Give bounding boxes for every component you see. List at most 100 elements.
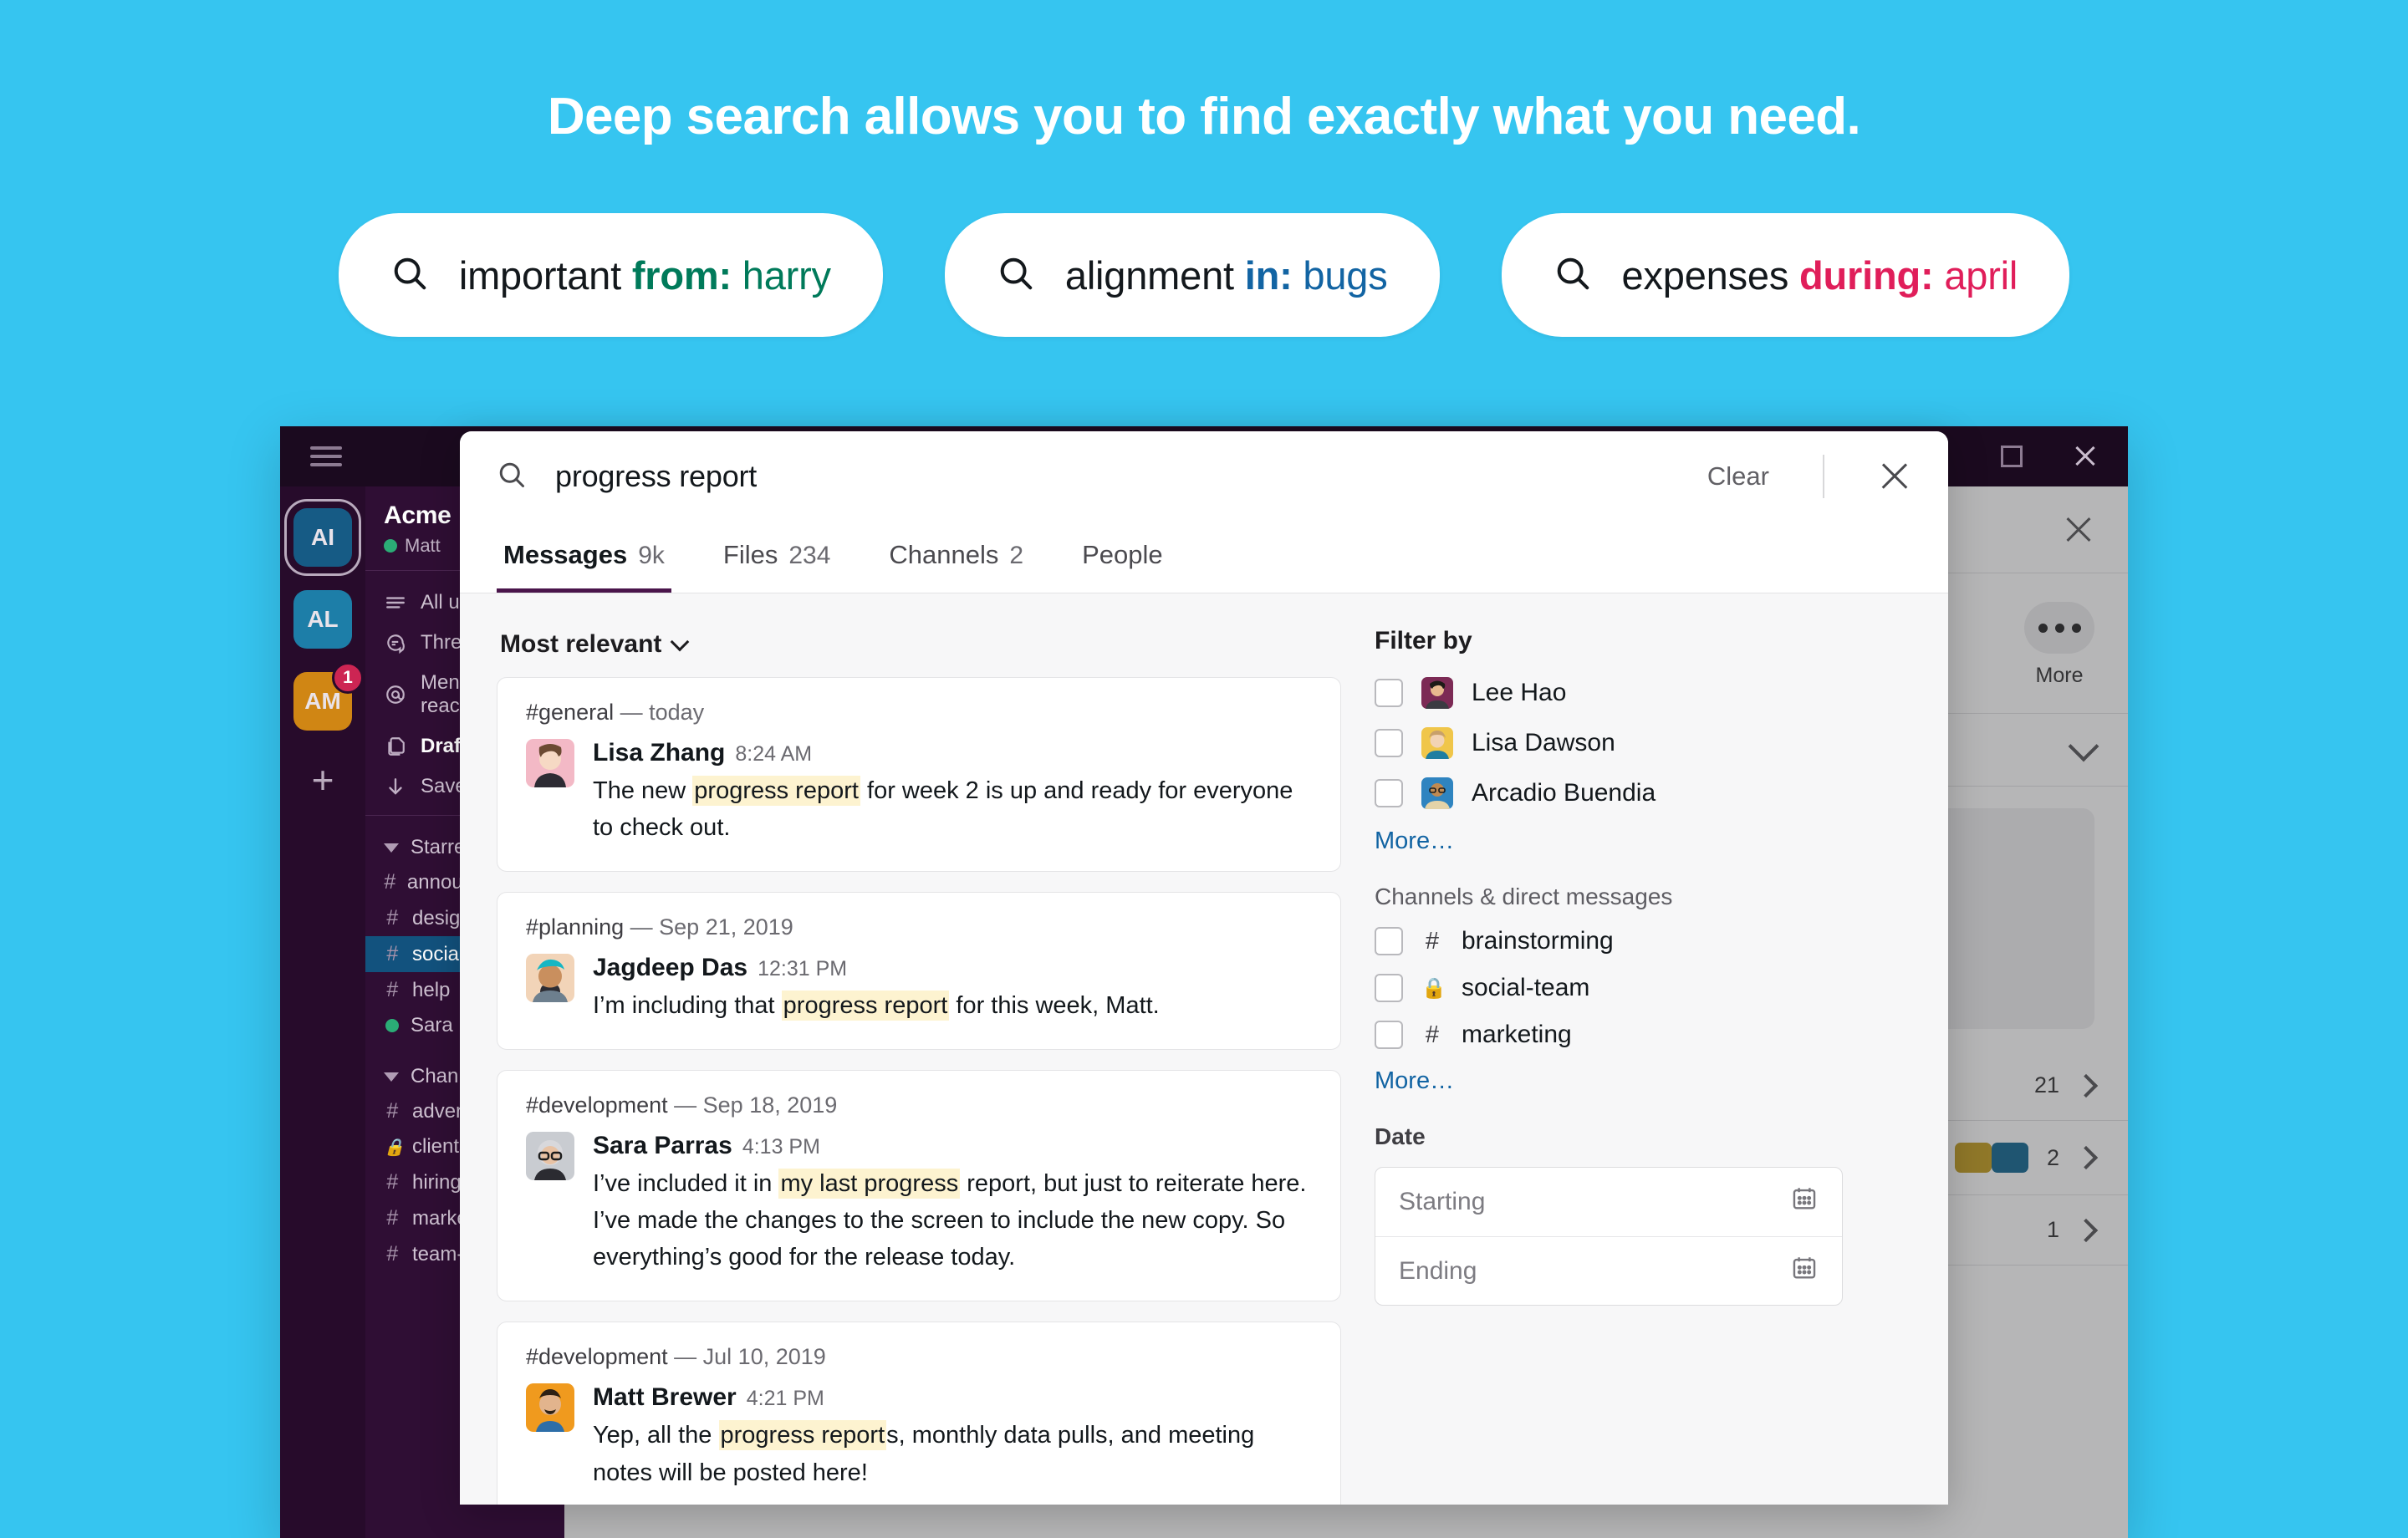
tab-label: People [1082,540,1163,569]
search-result-item[interactable]: #general — today Lisa Zhang 8:24 AM The n… [497,677,1341,873]
filter-checkbox[interactable] [1375,974,1403,1002]
result-time: 12:31 PM [758,957,848,981]
filter-channel-row[interactable]: # brainstorming [1375,927,1843,955]
tab-label: Files [722,540,778,569]
hamburger-icon[interactable] [310,441,342,471]
divider [1823,455,1824,498]
more-label: More [2035,664,2084,687]
result-highlight: progress report [781,991,950,1021]
search-result-item[interactable]: #planning — Sep 21, 2019 Jagdeep Das 12:3… [497,892,1341,1051]
result-author: Lisa Zhang 8:24 AM [593,739,813,766]
close-icon[interactable] [2073,444,2098,469]
avatar [1421,777,1453,809]
filter-people-more-link[interactable]: More… [1375,828,1843,855]
result-channel: #development [526,1344,668,1370]
result-time: 4:21 PM [746,1387,824,1411]
result-text: I’m including that progress report for t… [593,991,1160,1021]
add-workspace-button[interactable]: + [312,761,334,799]
filter-person-label: Lee Hao [1472,679,1567,706]
tab-count: 9k [638,542,665,569]
date-start-field[interactable]: Starting [1375,1168,1842,1236]
chevron-down-icon [384,1072,399,1082]
filter-checkbox[interactable] [1375,779,1403,807]
tab-files[interactable]: Files 234 [717,522,838,593]
result-author: Matt Brewer 4:21 PM [593,1383,824,1412]
filter-checkbox[interactable] [1375,927,1403,955]
unreads-icon [384,591,407,614]
filter-checkbox[interactable] [1375,1021,1403,1049]
sidebar-channel-label: hiring [412,1170,462,1194]
presence-dot-icon [384,539,397,553]
search-result-item[interactable]: #development — Sep 18, 2019 Sara Parras 4… [497,1070,1341,1302]
result-text: I’ve included it in my last progress rep… [593,1169,1307,1271]
filter-checkbox[interactable] [1375,729,1403,757]
avatar [1421,727,1453,759]
maximize-icon[interactable] [2001,446,2023,467]
search-icon [497,460,527,494]
hash-icon: # [1425,927,1440,955]
search-pill-during[interactable]: expenses during: april [1501,213,2070,337]
filter-channel-row[interactable]: 🔒 social-team [1375,974,1843,1002]
filter-panel: Filter by Lee Hao Lisa Dawson Arcadio Bu… [1375,622,1843,1505]
search-bar: progress report Clear [460,431,1948,522]
sort-label: Most relevant [500,630,662,658]
filter-channels-more-link[interactable]: More… [1375,1067,1843,1095]
search-result-item[interactable]: #development — Jul 10, 2019 Matt Brewer 4… [497,1322,1341,1505]
result-date: Jul 10, 2019 [702,1344,826,1370]
tab-label: Channels [889,540,999,569]
result-date: Sep 18, 2019 [702,1092,838,1118]
hash-icon: # [386,1099,398,1123]
details-row-count: 21 [2033,1072,2059,1097]
workspace-switcher-am[interactable]: AM 1 [293,662,364,731]
filter-person-label: Lisa Dawson [1472,729,1615,756]
details-row-count: 2 [2046,1144,2059,1170]
search-modal: progress report Clear Messages 9k Files … [460,431,1948,1505]
page-title: Deep search allows you to find exactly w… [547,88,1861,145]
filter-person-row[interactable]: Lee Hao [1375,677,1843,709]
workspace-switcher-ai[interactable]: AI [284,499,361,576]
more-button[interactable]: More [2024,602,2094,688]
tab-count: 234 [788,542,831,569]
result-author: Sara Parras 4:13 PM [593,1132,820,1160]
result-meta: #planning — Sep 21, 2019 [526,914,793,940]
filter-channel-label: brainstorming [1462,927,1614,955]
pill-value: april [1944,252,2018,298]
filter-channel-label: social-team [1462,974,1590,1001]
pill-operator: during: [1799,252,1934,298]
tab-channels[interactable]: Channels 2 [882,522,1030,593]
result-channel: #general [526,700,615,725]
tab-messages[interactable]: Messages 9k [497,522,671,593]
search-pill-from[interactable]: important from: harry [338,213,883,337]
hash-icon: # [386,1170,398,1194]
date-range-group: Starting Ending [1375,1167,1843,1306]
pill-value: harry [742,252,831,298]
avatar [526,1132,574,1181]
result-highlight: progress report [718,1420,887,1451]
chevron-right-icon [2074,1073,2099,1097]
date-end-field[interactable]: Ending [1375,1236,1842,1305]
filter-channel-row[interactable]: # marketing [1375,1021,1843,1049]
pill-term: important [458,252,621,298]
result-meta: #development — Jul 10, 2019 [526,1344,826,1370]
close-icon[interactable] [1878,460,1911,493]
tab-people[interactable]: People [1075,522,1170,593]
close-icon[interactable] [2063,514,2094,546]
filter-person-row[interactable]: Arcadio Buendia [1375,777,1843,809]
search-input[interactable]: progress report [555,459,1679,494]
avatar [526,954,574,1003]
avatar [526,739,574,787]
clear-button[interactable]: Clear [1707,461,1769,491]
sidebar-channel-label: help [412,978,451,1001]
hash-icon: # [386,942,398,965]
search-tabs: Messages 9k Files 234 Channels 2 People [460,522,1948,593]
saved-icon [384,775,407,798]
hash-icon: # [386,1206,398,1230]
filter-checkbox[interactable] [1375,679,1403,707]
filter-person-row[interactable]: Lisa Dawson [1375,727,1843,759]
workspace-switcher-al[interactable]: AL [293,590,352,649]
avatar [1421,677,1453,709]
workspace-initials: AL [307,606,339,632]
avatar [526,1383,574,1433]
search-pill-in[interactable]: alignment in: bugs [944,213,1440,337]
sort-dropdown[interactable]: Most relevant [497,622,1341,677]
